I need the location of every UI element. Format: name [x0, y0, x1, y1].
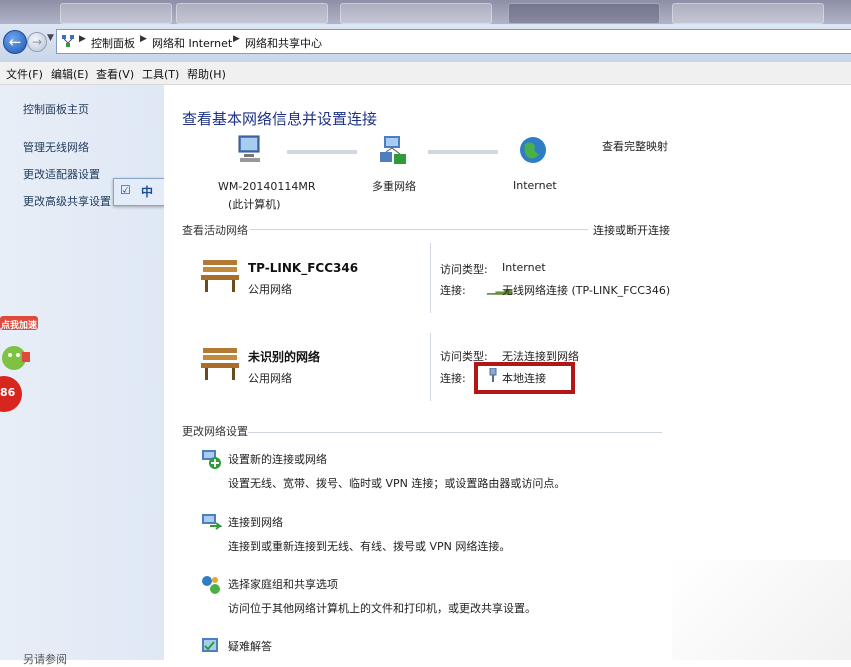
active-networks-label: 查看活动网络	[182, 224, 248, 237]
section-divider	[248, 432, 662, 433]
breadcrumb-separator[interactable]: ▶	[140, 34, 147, 44]
breadcrumb-separator[interactable]: ▶	[79, 34, 86, 44]
network-2-connection-label: 连接:	[440, 372, 466, 385]
view-full-map-link[interactable]: 查看完整映射	[602, 138, 668, 154]
menu-file[interactable]: 文件(F)	[6, 66, 43, 82]
task-new-connection-link[interactable]: 设置新的连接或网络	[228, 451, 327, 467]
menu-bar: 文件(F) 编辑(E) 查看(V) 工具(T) 帮助(H)	[0, 62, 851, 85]
computer-icon	[238, 135, 260, 162]
menu-edit[interactable]: 编辑(E)	[51, 66, 89, 82]
taskbar-button[interactable]	[672, 3, 824, 24]
address-box[interactable]: ▶ 控制面板 ▶ 网络和 Internet ▶ 网络和共享中心	[56, 29, 851, 54]
sidebar-link-advanced-sharing[interactable]: 更改高级共享设置	[23, 193, 111, 209]
task-homegroup-link[interactable]: 选择家庭组和共享选项	[228, 576, 338, 592]
sidebar-link-manage-wireless[interactable]: 管理无线网络	[23, 139, 89, 155]
sidebar-link-adapter-settings[interactable]: 更改适配器设置	[23, 166, 100, 182]
back-button[interactable]: ←	[3, 30, 27, 54]
menu-tools[interactable]: 工具(T)	[142, 66, 179, 82]
recent-pages-dropdown[interactable]: ▼	[47, 33, 54, 43]
internet-label: Internet	[513, 179, 557, 192]
troubleshoot-icon	[202, 638, 218, 652]
breadcrumb-separator[interactable]: ▶	[233, 34, 240, 44]
task-connect-network-link[interactable]: 连接到网络	[228, 514, 283, 530]
page-title: 查看基本网络信息并设置连接	[182, 110, 378, 128]
annotation-highlight-box	[474, 362, 575, 394]
map-connector	[287, 150, 357, 154]
mascot-badge: 点我加速	[1, 321, 38, 331]
computer-name: WM-20140114MR	[218, 180, 316, 193]
new-connection-icon	[202, 450, 221, 469]
multiple-networks-icon	[380, 136, 406, 164]
breadcrumb-network-center[interactable]: 网络和共享中心	[245, 35, 322, 51]
network-1-access-label: 访问类型:	[440, 263, 488, 276]
network-divider	[430, 333, 431, 401]
sidebar-see-also: 另请参阅	[23, 653, 67, 666]
network-1-connection-label: 连接:	[440, 284, 466, 297]
address-bar-area: ← → ▼ ▶ 控制面板 ▶ 网络和 Internet ▶ 网络和共享中心	[0, 24, 851, 63]
taskbar-button[interactable]	[508, 3, 660, 24]
public-network-bench-icon	[201, 348, 239, 380]
network-1-type-link[interactable]: 公用网络	[248, 281, 292, 297]
mascot-number: 86	[0, 386, 16, 399]
task-troubleshoot-link[interactable]: 疑难解答	[228, 638, 272, 654]
taskbar-button[interactable]	[176, 3, 328, 24]
section-divider	[250, 229, 588, 230]
network-center-icon	[62, 35, 74, 47]
multiple-networks-label: 多重网络	[372, 180, 416, 193]
taskbar-button[interactable]	[340, 3, 492, 24]
ime-mode[interactable]: 中	[141, 183, 153, 200]
network-1-access-value: Internet	[502, 261, 546, 274]
map-connector	[428, 150, 498, 154]
menu-view[interactable]: 查看(V)	[96, 66, 134, 82]
taskbar	[0, 0, 851, 24]
menu-help[interactable]: 帮助(H)	[187, 66, 226, 82]
breadcrumb-control-panel[interactable]: 控制面板	[91, 35, 135, 51]
task-connect-network-desc: 连接到或重新连接到无线、有线、拨号或 VPN 网络连接。	[228, 540, 511, 553]
network-1-name: TP-LINK_FCC346	[248, 261, 359, 275]
computer-subtitle: (此计算机)	[228, 198, 281, 211]
change-settings-label: 更改网络设置	[182, 425, 248, 438]
network-divider	[430, 243, 431, 313]
breadcrumb-network-internet[interactable]: 网络和 Internet	[152, 35, 232, 51]
internet-globe-icon	[520, 137, 546, 163]
connect-network-icon	[202, 514, 222, 530]
public-network-bench-icon	[201, 260, 239, 292]
network-2-type: 公用网络	[248, 372, 292, 385]
forward-button[interactable]: →	[27, 32, 47, 52]
network-2-name: 未识别的网络	[248, 350, 321, 364]
connect-disconnect-link[interactable]: 连接或断开连接	[593, 222, 670, 238]
faded-overlay	[672, 560, 851, 660]
sidebar-link-control-panel-home[interactable]: 控制面板主页	[23, 101, 89, 117]
task-new-connection-desc: 设置无线、宽带、拨号、临时或 VPN 连接；或设置路由器或访问点。	[228, 477, 566, 490]
network-1-connection-link[interactable]: 无线网络连接 (TP-LINK_FCC346)	[502, 282, 670, 298]
ime-check-icon[interactable]: ☑	[120, 183, 131, 197]
taskbar-button[interactable]	[60, 3, 172, 24]
task-homegroup-desc: 访问位于其他网络计算机上的文件和打印机，或更改共享设置。	[228, 602, 536, 615]
homegroup-icon	[202, 576, 220, 594]
